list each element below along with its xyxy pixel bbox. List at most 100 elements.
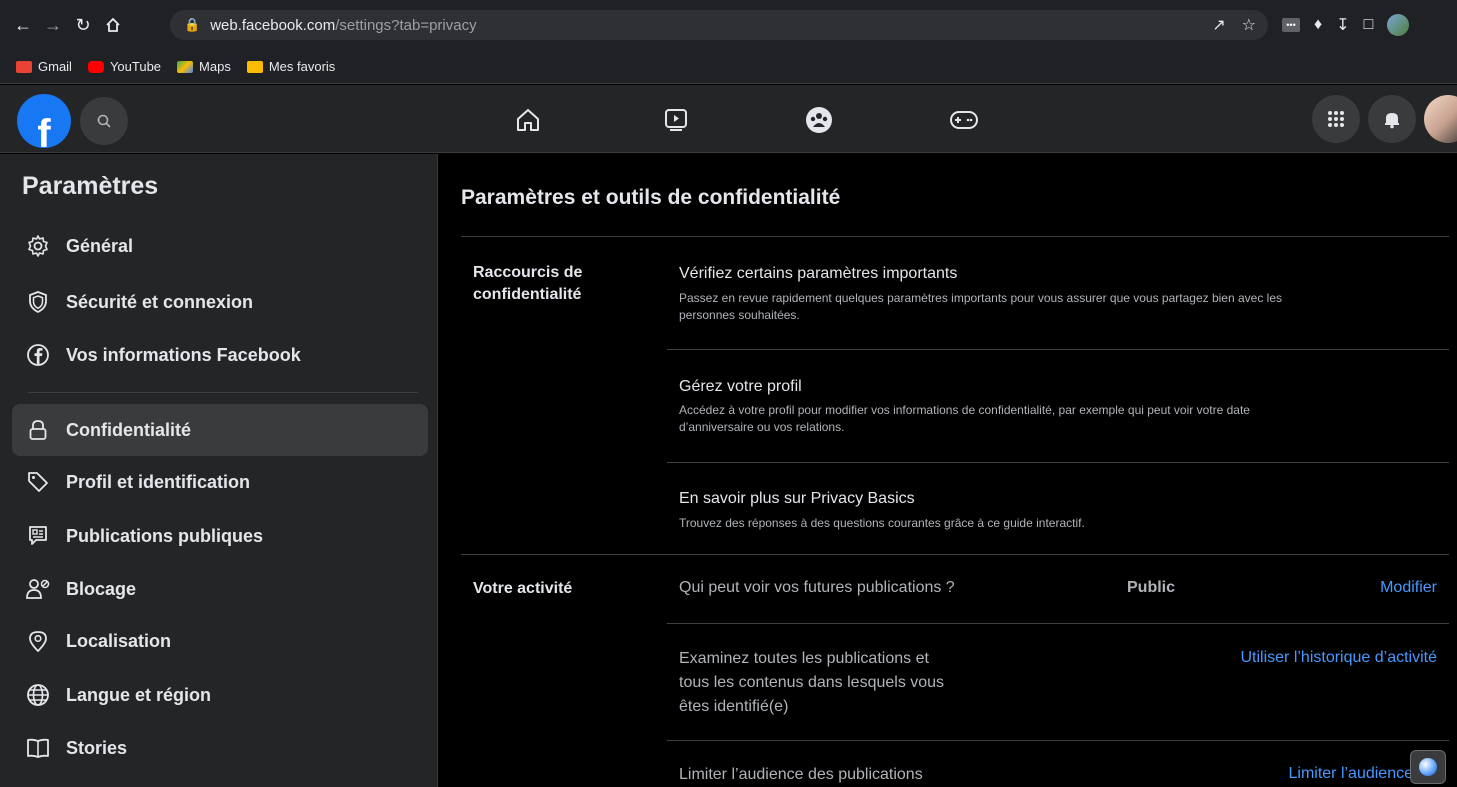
settings-sidebar: Paramètres Général Sécurité et connexion… [0,154,438,787]
book-icon [24,734,52,762]
sidebar-item-label: Publications publiques [66,525,264,546]
back-icon[interactable]: ← [8,10,38,40]
option-divider [667,349,1449,350]
shield-icon [24,288,52,316]
notifications-button[interactable] [1368,95,1416,143]
option-divider [667,623,1449,624]
block-user-icon [24,575,52,603]
bell-icon [1385,113,1399,129]
account-avatar[interactable] [1424,95,1457,143]
shortcuts-section-label: Raccourcis de confidentialité [473,262,582,306]
shortcuts-label-line: Raccourcis de [473,264,583,281]
option-divider [667,740,1449,741]
sidebar-item-label: Blocage [66,578,137,599]
option-privacy-basics[interactable]: En savoir plus sur Privacy Basics [679,490,915,508]
tag-icon [24,468,52,496]
activity-row-text: Limiter l’audience des publications [679,766,923,783]
sidebar-divider [28,392,418,393]
description-line: Accédez à votre profil pour modifier vos… [679,403,1250,417]
url-host: web.facebook.com [210,16,336,34]
video-icon [665,109,687,131]
bookmark-gmail[interactable]: Gmail [16,59,72,74]
nav-groups[interactable] [801,103,837,137]
option-description: Accédez à votre profil pour modifier vos… [679,402,1439,436]
sidebar-item-security[interactable]: Sécurité et connexion [12,276,428,328]
sidebar-item-language-region[interactable]: Langue et région [12,669,428,721]
extension-icon[interactable]: ••• [1282,18,1300,32]
option-description: Passez en revue rapidement quelques para… [679,290,1439,324]
sidebar-item-label: Vos informations Facebook [66,344,301,365]
nav-watch[interactable] [658,103,694,137]
sidebar-item-label: Profil et identification [66,471,251,492]
activity-log-link[interactable]: Utiliser l’historique d’activité [1240,649,1437,667]
nav-home[interactable] [510,103,546,137]
section-divider [461,554,1449,555]
home-icon [517,109,539,131]
bookmark-maps[interactable]: Maps [177,59,231,74]
url-path: /settings?tab=privacy [335,16,477,34]
description-line: d’anniversaire ou vos relations. [679,420,845,434]
privacy-settings-panel: Paramètres et outils de confidentialité … [439,154,1457,787]
activity-row-text: Examinez toutes les publications et tous… [679,647,944,719]
sidebar-item-label: Stories [66,737,128,758]
youtube-icon [87,60,104,73]
sidebar-item-privacy[interactable]: Confidentialité [12,404,428,456]
description-line: personnes souhaitées. [679,308,800,322]
nav-gaming[interactable] [946,103,982,137]
search-icon [97,114,111,128]
star-icon[interactable]: ☆ [1242,15,1256,35]
browser-toolbar: ← → ↻ 🔒 web.facebook.com/settings?tab=pr… [0,0,1457,50]
forward-icon[interactable]: → [38,10,68,40]
profile-avatar-icon[interactable] [1387,14,1410,36]
sidebar-item-profile-tagging[interactable]: Profil et identification [12,456,428,508]
sidepanel-icon[interactable]: □ [1364,16,1374,34]
audience-value: Public [1127,579,1176,596]
sidebar-item-blocking[interactable]: Blocage [12,563,428,615]
activity-row-text: Qui peut voir vos futures publications ? [679,579,955,596]
gamepad-icon [950,111,978,129]
sidebar-item-location[interactable]: Localisation [12,615,428,667]
bookmarks-bar: Gmail YouTube Maps Mes favoris [0,50,1457,84]
lock-icon: 🔒 [184,17,201,32]
activity-section-label: Votre activité [473,580,573,597]
globe-icon [1419,758,1437,776]
bookmark-youtube[interactable]: YouTube [87,59,161,74]
sidebar-item-general[interactable]: Général [12,220,428,272]
gmail-icon [16,60,32,73]
grid-menu-icon [1328,111,1344,127]
search-button[interactable] [80,97,128,145]
limit-audience-link[interactable]: Limiter l’audience [1288,765,1413,783]
globe-icon [24,681,52,709]
sidebar-item-stories[interactable]: Stories [12,722,428,774]
description-line: Trouvez des réponses à des questions cou… [679,516,1085,530]
facebook-logo-icon[interactable]: f [17,94,71,148]
menu-button[interactable] [1312,95,1360,143]
address-bar[interactable]: 🔒 web.facebook.com/settings?tab=privacy … [170,10,1268,40]
maps-icon [177,60,194,73]
option-check-settings[interactable]: Vérifiez certains paramètres importants [679,265,957,283]
share-icon[interactable]: ↗ [1212,15,1225,35]
shortcuts-label-line: confidentialité [473,286,582,303]
option-divider [667,462,1449,463]
download-icon[interactable]: ↧ [1336,15,1349,35]
sidebar-item-your-facebook-info[interactable]: Vos informations Facebook [12,329,428,381]
sidebar-item-label: Langue et région [66,684,212,705]
sidebar-item-public-posts[interactable]: Publications publiques [12,510,428,562]
page-title: Paramètres et outils de confidentialité [461,186,841,209]
home-icon[interactable] [98,10,128,40]
gear-icon [24,232,52,260]
bookmark-folder[interactable]: Mes favoris [246,59,335,74]
sidebar-item-label: Confidentialité [66,419,191,440]
sidebar-title: Paramètres [22,172,159,200]
option-description: Trouvez des réponses à des questions cou… [679,515,1439,532]
feed-icon [24,522,52,550]
option-manage-profile[interactable]: Gérez votre profil [679,378,802,396]
sidebar-item-label: Localisation [66,630,172,651]
reload-icon[interactable]: ↻ [68,10,98,40]
translate-button[interactable] [1410,750,1446,784]
edit-link[interactable]: Modifier [1380,579,1437,597]
puzzle-icon[interactable]: ♦ [1314,16,1322,34]
activity-text-line: êtes identifié(e) [679,698,789,715]
description-line: Passez en revue rapidement quelques para… [679,291,1283,305]
sidebar-item-label: Sécurité et connexion [66,291,254,312]
